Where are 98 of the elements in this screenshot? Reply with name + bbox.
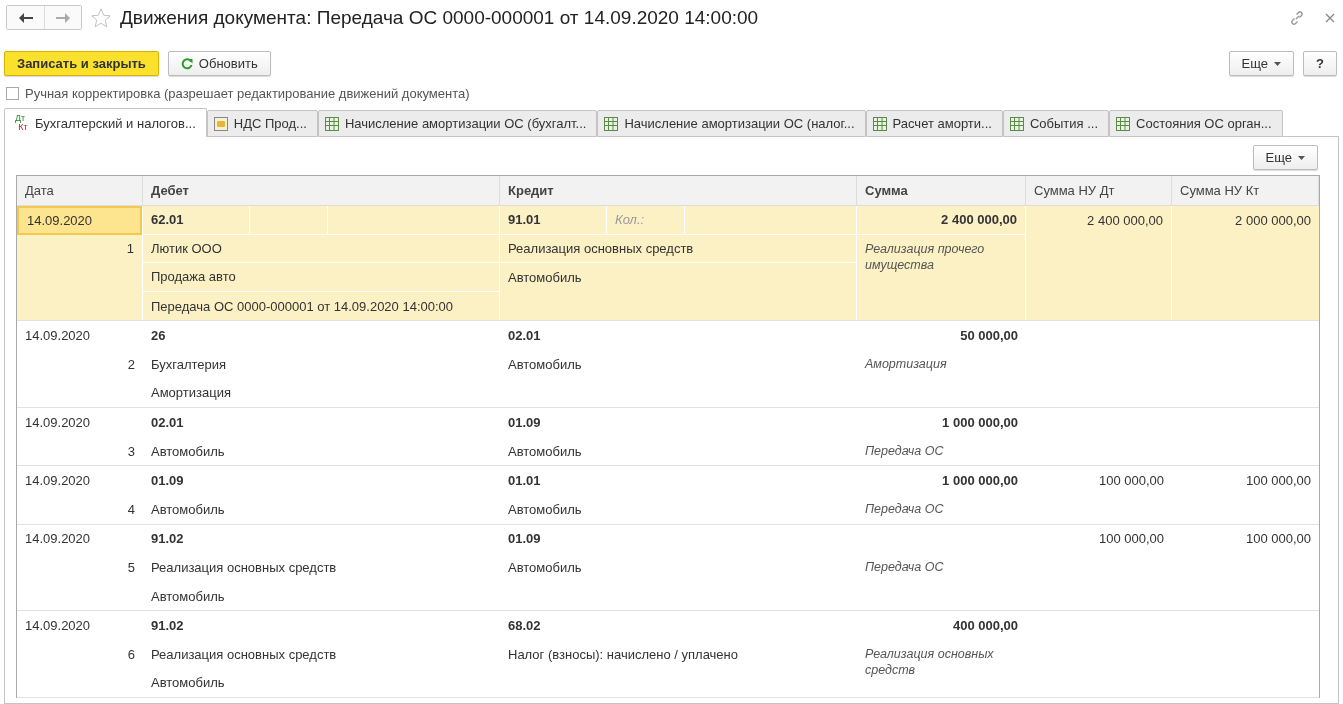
table-cell: Амортизация xyxy=(151,385,231,401)
close-icon[interactable] xyxy=(1325,12,1335,23)
table-cell: 02.01 xyxy=(508,328,541,344)
table-cell: 6 xyxy=(127,646,135,662)
column-header: Дебет xyxy=(143,176,500,205)
quantity-label: Кол.: xyxy=(615,212,645,228)
debit-mark: Дт xyxy=(13,114,26,123)
table-cell: 100 000,00 xyxy=(1245,473,1311,489)
table-cell: 1 000 000,00 xyxy=(942,414,1018,430)
table-cell: 68.02 xyxy=(508,618,541,634)
table-cell: Автомобиль xyxy=(508,501,582,517)
column-header: Кредит xyxy=(500,176,857,205)
refresh-icon xyxy=(180,57,193,70)
table-icon xyxy=(1116,116,1131,131)
caret-icon xyxy=(1298,155,1305,160)
table-cell: Автомобиль xyxy=(151,443,225,459)
table-cell: Автомобиль xyxy=(151,501,225,517)
table-icon xyxy=(872,116,887,131)
table-cell: 91.01 xyxy=(508,212,541,228)
table-cell: 2 000 000,00 xyxy=(1235,212,1311,228)
table-cell: Реализация основных средств xyxy=(151,559,337,575)
more-button[interactable]: Еще xyxy=(1252,145,1318,170)
table-cell: 01.09 xyxy=(151,473,184,489)
table-cell: 100 000,00 xyxy=(1098,473,1164,489)
table-cell: 2 400 000,00 xyxy=(1087,212,1163,228)
arrow-right-icon xyxy=(56,12,70,23)
table-cell: 91.02 xyxy=(151,531,184,547)
table-icon xyxy=(324,116,339,131)
tab[interactable]: Состояния ОС орган... xyxy=(1109,110,1283,137)
save-and-close-button[interactable]: Записать и закрыть xyxy=(4,51,159,76)
table-cell: 14.09.2020 xyxy=(27,212,93,228)
table-cell: 14.09.2020 xyxy=(25,414,91,430)
table-cell: 02.01 xyxy=(151,414,184,430)
back-button[interactable] xyxy=(7,6,44,29)
checkbox[interactable] xyxy=(6,87,19,100)
table-cell: 14.09.2020 xyxy=(25,328,91,344)
table-cell: Продажа авто xyxy=(151,269,236,285)
table-cell: Лютик ООО xyxy=(151,240,222,256)
more-button[interactable]: Еще xyxy=(1228,51,1295,76)
tab[interactable]: Начисление амортизации ОС (бухгалт... xyxy=(317,110,598,137)
table-cell: 5 xyxy=(127,559,135,575)
table-cell: 01.01 xyxy=(508,473,541,489)
table-cell: Реализация основных средств xyxy=(508,240,694,256)
table-cell: 14.09.2020 xyxy=(25,531,91,547)
column-header: Сумма НУ Дт xyxy=(1026,176,1172,205)
table-cell: 100 000,00 xyxy=(1098,531,1164,547)
table-cell: 01.09 xyxy=(508,414,541,430)
coins-icon xyxy=(213,116,228,131)
table-cell: Передача ОС xyxy=(865,443,944,458)
credit-mark: Кт xyxy=(18,123,29,132)
table-cell: Автомобиль xyxy=(508,443,582,459)
tab[interactable]: Начисление амортизации ОС (налог... xyxy=(597,110,866,137)
table-cell: Передача ОС 0000-000001 от 14.09.2020 14:00:00 xyxy=(151,298,454,314)
table-cell: 100 000,00 xyxy=(1245,531,1311,547)
table-cell: 26 xyxy=(151,328,166,344)
table-cell: Налог (взносы): начислено / уплачено xyxy=(508,646,738,662)
window-title: Движения документа: Передача ОС 0000-000001 от 14.09.2020 14:00:00 xyxy=(120,6,759,29)
table-cell: 50 000,00 xyxy=(960,328,1018,344)
refresh-button[interactable]: Обновить xyxy=(167,51,271,76)
table-cell: Амортизация xyxy=(865,356,947,371)
table-cell: Реализация основных средств xyxy=(151,646,337,662)
table-cell: Автомобиль xyxy=(508,356,582,372)
table-cell: Автомобиль xyxy=(151,588,225,604)
table-cell: 1 xyxy=(126,241,134,257)
caret-icon xyxy=(1274,61,1282,66)
table-cell: Автомобиль xyxy=(151,675,225,691)
table-cell: 3 xyxy=(127,443,135,459)
help-button[interactable]: ? xyxy=(1303,51,1337,76)
tab[interactable]: НДС Прод... xyxy=(206,110,318,137)
tab[interactable]: События ... xyxy=(1002,110,1110,137)
table-cell: Реализация основных средств xyxy=(865,646,994,677)
table-cell: 4 xyxy=(127,501,135,517)
table-cell: 14.09.2020 xyxy=(25,618,91,634)
table-cell: Передача ОС xyxy=(865,560,944,575)
table-icon xyxy=(604,116,619,131)
table-cell: 400 000,00 xyxy=(952,618,1018,634)
table-cell: 1 000 000,00 xyxy=(942,473,1018,489)
table-cell: Реализация прочего имущества xyxy=(865,241,985,272)
table-icon xyxy=(1009,116,1024,131)
table-cell: Передача ОС xyxy=(865,501,944,516)
table-cell: 62.01 xyxy=(151,212,184,228)
table-row[interactable] xyxy=(17,206,1319,322)
table-cell: 91.02 xyxy=(151,618,184,634)
table-cell: 01.09 xyxy=(508,531,541,547)
table-cell: 2 400 000,00 xyxy=(941,212,1017,228)
table-cell: Бухгалтерия xyxy=(151,356,227,372)
table-cell: 2 xyxy=(127,356,135,372)
star-icon[interactable] xyxy=(90,6,112,29)
table-cell: Автомобиль xyxy=(508,270,582,285)
column-header: Дата xyxy=(17,176,143,205)
checkbox-label: Ручная корректировка (разрешает редактирование движений документа) xyxy=(25,86,470,101)
arrow-left-icon xyxy=(18,12,33,23)
link-icon[interactable] xyxy=(1289,9,1305,26)
column-header: Сумма xyxy=(857,176,1026,205)
table-cell: Автомобиль xyxy=(508,559,582,575)
table-cell: 14.09.2020 xyxy=(25,473,91,489)
tab[interactable]: Расчет аморти... xyxy=(865,110,1003,137)
column-header: Сумма НУ Кт xyxy=(1172,176,1319,205)
